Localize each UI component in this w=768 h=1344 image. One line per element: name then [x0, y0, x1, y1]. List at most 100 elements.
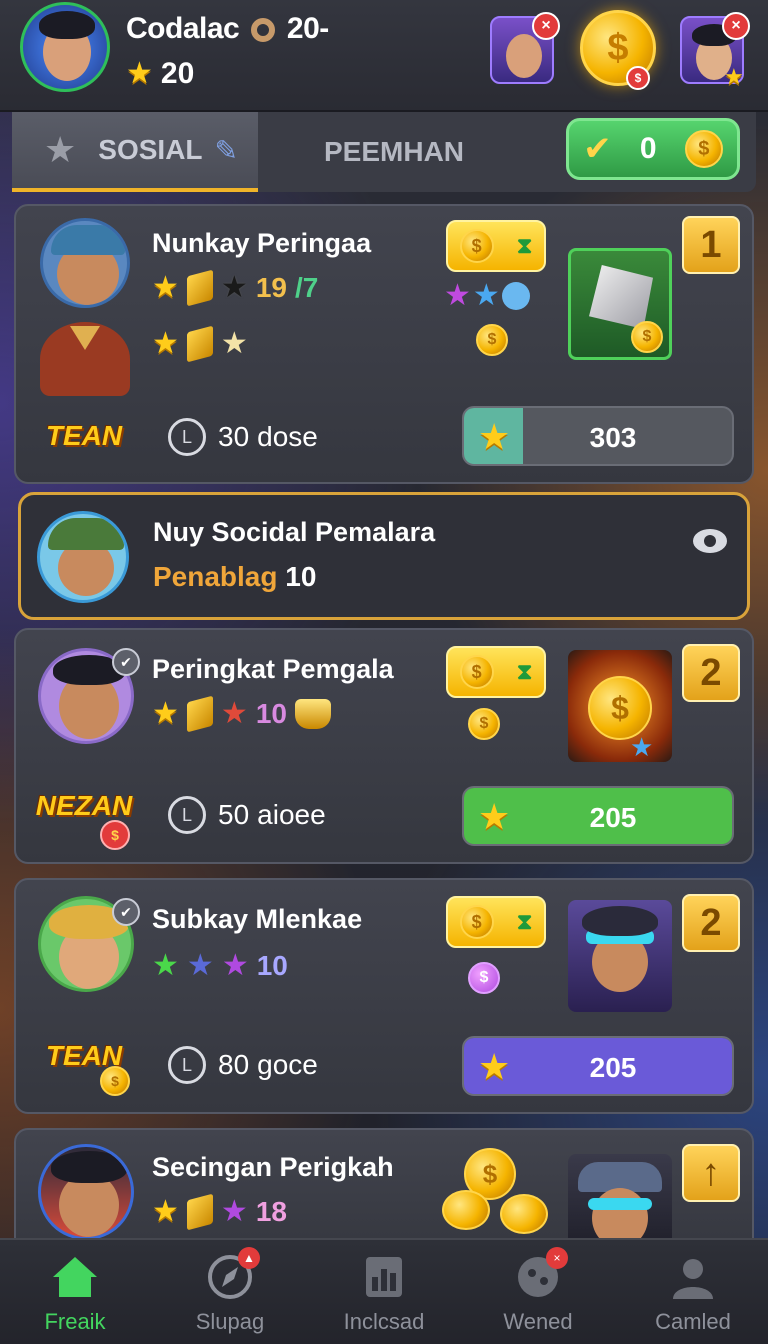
star-icon: ★ — [220, 327, 248, 360]
profile-icon — [667, 1251, 719, 1303]
star-icon: ★ — [126, 57, 153, 90]
gold-pile-icon — [294, 698, 331, 729]
checkmark-icon: ✔ — [112, 898, 140, 926]
progress-value: 205 — [589, 1052, 637, 1083]
social-highlight-card[interactable]: Nuy Socidal Pemalara Penablag 10 — [18, 492, 750, 620]
notification-badge: ▲ — [238, 1247, 260, 1269]
gold-bar-icon — [186, 269, 213, 306]
social-stat-label: Penablag — [153, 561, 278, 592]
compass-icon: ▲ — [204, 1247, 260, 1303]
entry-name: Subkay Mlenkae — [152, 904, 363, 934]
coin-icon: $ — [459, 655, 494, 689]
entry-avatar-secondary — [40, 322, 130, 396]
notification-badge: × — [546, 1247, 568, 1269]
reward-item-rock[interactable]: $ — [568, 248, 672, 360]
entry-avatar — [38, 1144, 134, 1240]
score-progress-bar: ★ 303 — [462, 406, 734, 466]
tab-social[interactable]: ★ SOSIAL ✎ — [12, 112, 258, 192]
rank-badge: 1 — [682, 216, 740, 274]
nav-label: Inclcsad — [343, 1309, 425, 1334]
reward-button[interactable]: $ ⧗ — [446, 896, 546, 948]
coin-icon — [500, 1194, 548, 1234]
entry-stars-row-2: ★ ★ — [152, 325, 248, 362]
reward-button[interactable]: $ ⧗ — [446, 220, 546, 272]
team-logo-label: TEAN — [45, 420, 123, 451]
tab-pemhan[interactable]: PEEMHAN — [324, 112, 464, 192]
leaderboard-entry[interactable]: TEAN Nunkay Peringaa ★ ★ 19 /7 ★ ★ L 30 … — [14, 204, 754, 484]
nav-item-home[interactable]: Freaik — [0, 1240, 150, 1344]
bottom-nav: Freaik ▲ Slupag Inclcsad × Wened Camled — [0, 1238, 768, 1344]
coin-icon: $ — [588, 676, 652, 740]
nav-item-chart[interactable]: Inclcsad — [309, 1240, 459, 1344]
leaderboard-entry[interactable]: ✔ TEAN $ Subkay Mlenkae ★ ★ ★ 10 L 80 go… — [14, 878, 754, 1114]
eye-icon[interactable] — [693, 529, 727, 553]
donut-icon — [251, 18, 276, 43]
checkmark-icon: ✔ — [112, 648, 140, 676]
gem-stars: ★ ★ — [444, 278, 530, 313]
close-icon[interactable]: × — [722, 12, 750, 40]
social-title: Nuy Socidal Pemalara — [153, 517, 436, 547]
nav-label: Camled — [655, 1309, 731, 1334]
score-progress-bar: ★ 205 — [462, 786, 734, 846]
checkmark-icon: ✔ — [583, 130, 612, 168]
claim-count: 0 — [639, 132, 657, 165]
close-icon[interactable]: × — [532, 12, 560, 40]
clock-icon: L — [168, 418, 206, 456]
entry-score: 18 — [255, 1195, 287, 1227]
nav-label: Freaik — [44, 1309, 106, 1334]
team-logo: TEAN — [36, 396, 132, 476]
gem-coin-icon: $ — [468, 962, 500, 994]
coin-icon — [442, 1190, 490, 1230]
entry-name: Nunkay Peringaa — [152, 228, 372, 258]
reward-item-agent[interactable] — [568, 900, 672, 1012]
tab-social-label: SOSIAL — [98, 134, 203, 165]
leaderboard-entry[interactable]: ✔ NEZAN $ Peringkat Pemgala ★ ★ 10 L 50 … — [14, 628, 754, 864]
player-stars-count: 20 — [160, 56, 195, 90]
rank-badge: 2 — [682, 894, 740, 952]
nav-item-compass[interactable]: ▲ Slupag — [155, 1240, 305, 1344]
chart-icon — [358, 1251, 410, 1303]
player-stars-row: ★ 20 — [126, 56, 194, 91]
player-level: 20- — [286, 12, 329, 45]
nav-label: Slupag — [195, 1309, 265, 1334]
dark-star-icon: ★ — [220, 271, 248, 304]
entry-time: L 30 dose — [168, 418, 318, 456]
nav-item-profile[interactable]: Camled — [618, 1240, 768, 1344]
star-icon: ★ — [152, 1195, 179, 1228]
player-avatar[interactable] — [20, 2, 110, 92]
star-icon: ★ — [724, 64, 744, 89]
claim-pill-button[interactable]: ✔ 0 $ — [566, 118, 740, 180]
player-name-row: Codalac 20- — [126, 12, 329, 46]
entry-stars-row: ★ ★ ★ 10 — [152, 948, 288, 983]
reward-button[interactable]: $ ⧗ — [446, 646, 546, 698]
entry-score: 10 — [256, 949, 288, 981]
home-icon — [49, 1251, 101, 1303]
rank-up-arrow-icon: ↑ — [682, 1144, 740, 1202]
entry-name: Secingan Perigkah — [152, 1152, 394, 1182]
hourglass-icon: ⧗ — [516, 233, 533, 258]
social-stat-value: 10 — [285, 561, 317, 592]
coin-icon: $ — [476, 324, 508, 356]
gold-bar-icon — [186, 695, 213, 732]
entry-stars-row: ★ ★ 10 — [152, 695, 331, 732]
hourglass-icon: ⧗ — [516, 659, 533, 684]
social-stat: Penablag 10 — [153, 561, 316, 593]
clock-icon: L — [168, 796, 206, 834]
entry-score: 19 — [255, 271, 287, 303]
nav-item-ball[interactable]: × Wened — [463, 1240, 613, 1344]
coin-stack-icon: $ — [442, 1144, 554, 1244]
entry-stars-row: ★ ★ 19 /7 — [152, 269, 318, 306]
star-icon: ★ — [220, 697, 248, 730]
coin-icon: $ — [459, 905, 494, 939]
reward-item-fire-coin[interactable]: $ ★ — [568, 650, 672, 762]
star-icon: ★ — [444, 279, 471, 312]
tab-pemhan-label: PEEMHAN — [324, 136, 465, 167]
pencil-icon: ✎ — [214, 134, 238, 166]
team-logo-label: NEZAN — [35, 790, 133, 821]
entry-avatar — [40, 218, 130, 308]
coin-icon: $ — [459, 229, 494, 263]
star-icon: ★ — [152, 271, 179, 304]
gem-icon — [501, 282, 530, 310]
star-icon: ★ — [44, 129, 77, 170]
entry-stars-row: ★ ★ 18 — [152, 1193, 287, 1230]
